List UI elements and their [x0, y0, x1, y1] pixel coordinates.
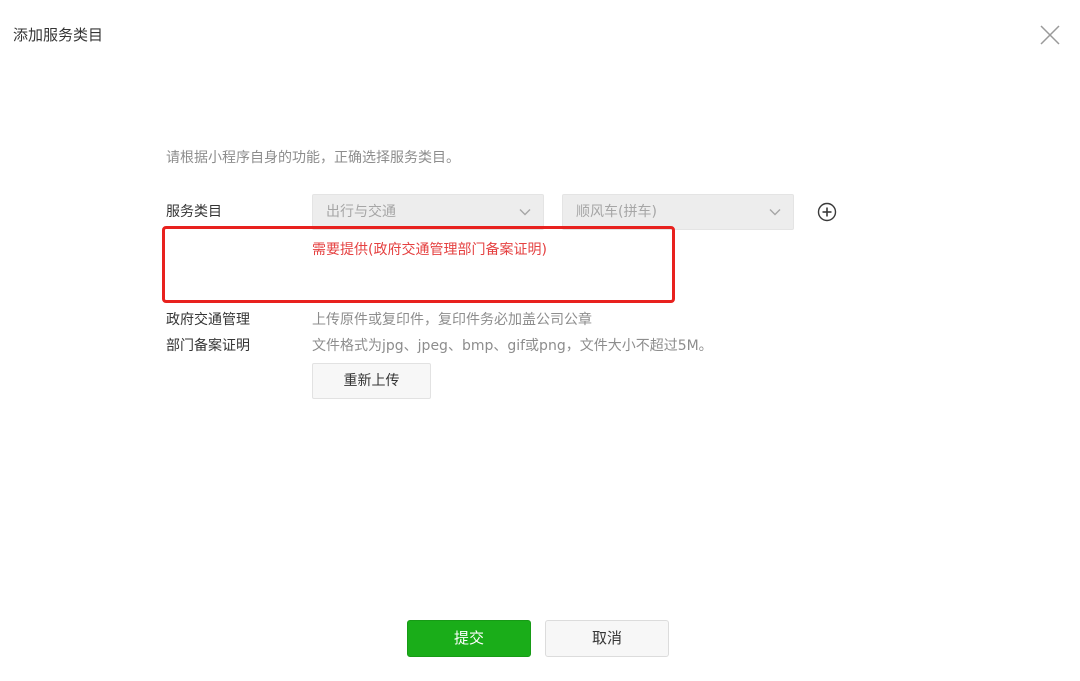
upload-hint: 上传原件或复印件，复印件务必加盖公司公章 文件格式为jpg、jpeg、bmp、g… — [312, 307, 713, 359]
add-category-dialog: 添加服务类目 请根据小程序自身的功能，正确选择服务类目。 服务类目 出行与交通 … — [0, 0, 1080, 681]
dialog-title: 添加服务类目 — [13, 26, 104, 44]
category-tip: 请根据小程序自身的功能，正确选择服务类目。 — [166, 150, 460, 166]
close-icon[interactable] — [1039, 24, 1061, 46]
cancel-button[interactable]: 取消 — [545, 620, 669, 657]
requirement-notice: 需要提供(政府交通管理部门备案证明) — [312, 242, 547, 258]
requirement-highlight — [162, 226, 675, 303]
document-label-line2: 部门备案证明 — [166, 338, 250, 354]
document-label-line1: 政府交通管理 — [166, 312, 250, 328]
upload-hint-line2: 文件格式为jpg、jpeg、bmp、gif或png，文件大小不超过5M。 — [312, 338, 713, 354]
document-label: 政府交通管理 部门备案证明 — [166, 307, 276, 359]
reupload-button[interactable]: 重新上传 — [312, 363, 431, 399]
secondary-category-select[interactable]: 顺风车(拼车) — [562, 194, 794, 230]
upload-hint-line1: 上传原件或复印件，复印件务必加盖公司公章 — [312, 312, 592, 328]
chevron-down-icon — [519, 208, 531, 216]
secondary-category-value: 顺风车(拼车) — [576, 204, 657, 220]
primary-category-value: 出行与交通 — [326, 204, 396, 220]
category-label: 服务类目 — [166, 204, 222, 220]
primary-category-select[interactable]: 出行与交通 — [312, 194, 544, 230]
chevron-down-icon — [769, 208, 781, 216]
plus-circle-icon[interactable] — [817, 202, 837, 222]
submit-button[interactable]: 提交 — [407, 620, 531, 657]
